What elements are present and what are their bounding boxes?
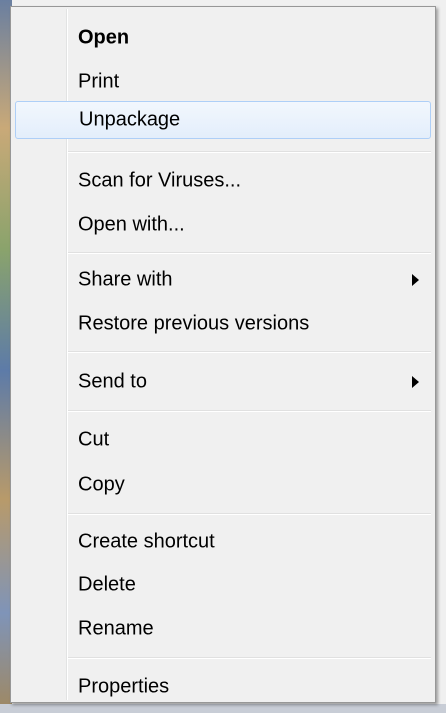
chevron-right-icon — [412, 376, 419, 388]
menu-separator — [68, 351, 431, 353]
menu-separator — [68, 513, 431, 515]
menu-item-label: Restore previous versions — [78, 312, 310, 335]
menu-item-restore-previous-versions[interactable]: Restore previous versions — [15, 305, 431, 343]
menu-item-label: Share with — [78, 268, 173, 291]
menu-item-print[interactable]: Print — [15, 63, 431, 101]
menu-item-open[interactable]: Open — [15, 19, 431, 57]
menu-separator — [68, 252, 431, 254]
menu-item-send-to[interactable]: Send to — [15, 363, 431, 401]
menu-separator — [68, 657, 431, 659]
menu-item-label: Send to — [78, 370, 147, 393]
menu-item-label: Unpackage — [79, 108, 181, 131]
menu-item-label: Cut — [78, 428, 110, 451]
menu-item-label: Copy — [78, 473, 125, 496]
menu-item-share-with[interactable]: Share with — [15, 261, 431, 299]
menu-item-rename[interactable]: Rename — [15, 610, 431, 648]
menu-item-open-with[interactable]: Open with... — [15, 206, 431, 244]
menu-item-label: Create shortcut — [78, 530, 215, 553]
context-menu: Open Print Unpackage Scan for Viruses...… — [10, 6, 436, 703]
menu-item-label: Scan for Viruses... — [78, 169, 242, 192]
menu-item-properties[interactable]: Properties — [15, 668, 431, 706]
menu-item-copy[interactable]: Copy — [15, 466, 431, 504]
menu-separator — [68, 151, 431, 153]
chevron-right-icon — [412, 274, 419, 286]
menu-item-label: Open — [78, 26, 130, 49]
menu-item-label: Rename — [78, 617, 154, 640]
menu-item-label: Delete — [78, 573, 136, 596]
menu-item-label: Open with... — [78, 213, 185, 236]
menu-item-delete[interactable]: Delete — [15, 566, 431, 604]
menu-item-scan-for-viruses[interactable]: Scan for Viruses... — [15, 162, 431, 200]
menu-separator — [68, 410, 431, 412]
menu-item-label: Properties — [78, 675, 170, 698]
menu-item-label: Print — [78, 70, 120, 93]
menu-item-unpackage[interactable]: Unpackage — [15, 101, 431, 139]
menu-item-create-shortcut[interactable]: Create shortcut — [15, 523, 431, 561]
menu-item-cut[interactable]: Cut — [15, 421, 431, 459]
